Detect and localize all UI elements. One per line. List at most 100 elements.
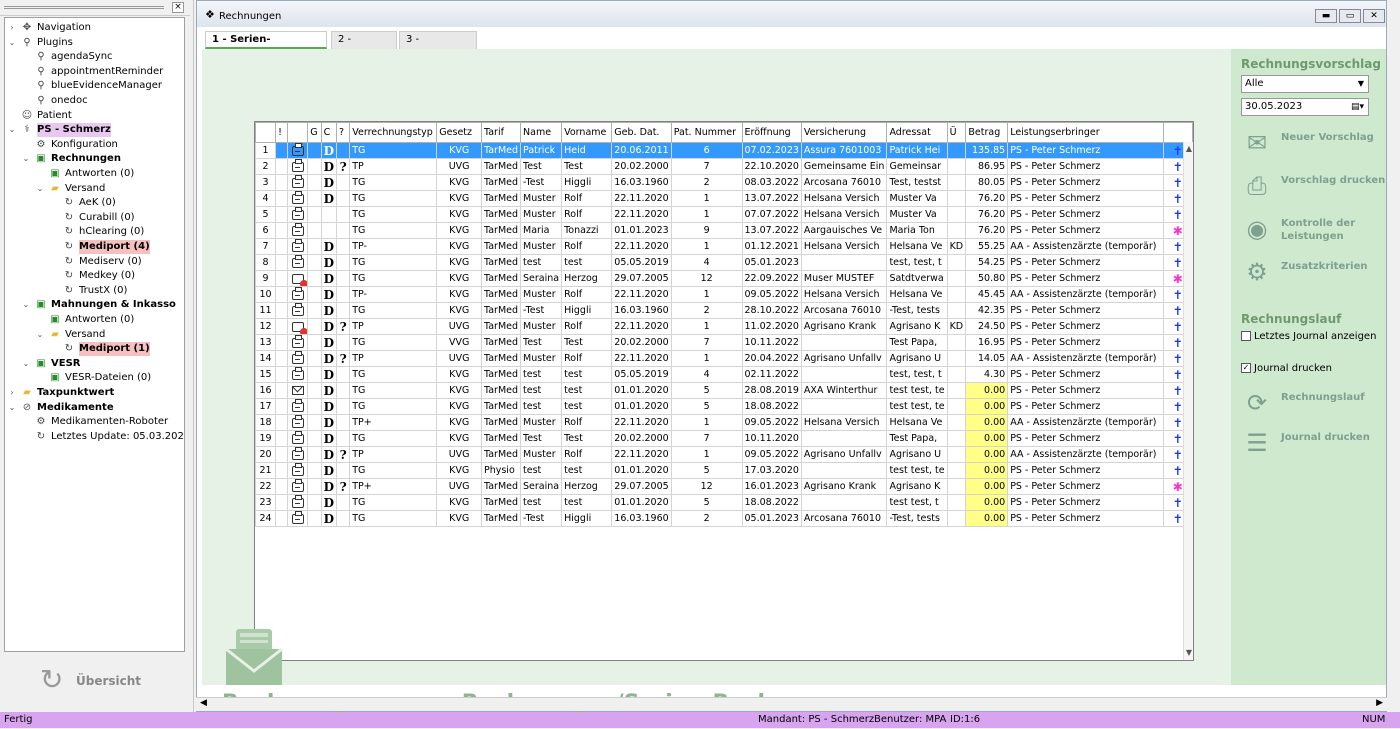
table-row[interactable]: 17 D TG KVG TarMed test test 01.01.2020 5 18.08.2… bbox=[255, 398, 1193, 415]
horizontal-scrollbar[interactable]: ◀ ▶ bbox=[196, 697, 1387, 711]
table-row[interactable]: 16 D TG KVG TarMed test test 01.01.2020 5 28.08.2… bbox=[255, 382, 1193, 399]
journal-print-checkbox[interactable]: ✓ Journal drucken bbox=[1241, 363, 1332, 374]
column-header[interactable]: C bbox=[320, 122, 338, 143]
minimize-button[interactable]: ▬ bbox=[1315, 9, 1337, 23]
column-header[interactable]: Pat. Nummer bbox=[670, 122, 743, 143]
column-header[interactable]: ? bbox=[335, 122, 351, 143]
nav-item-label: Patient bbox=[37, 109, 72, 121]
column-header[interactable]: Adressat bbox=[886, 122, 948, 143]
proposal-action-button[interactable]: ✉ Neuer Vorschlag bbox=[1241, 127, 1391, 161]
cell-tarif: TarMed bbox=[480, 206, 522, 223]
output-cell bbox=[287, 430, 309, 447]
table-row[interactable]: 15 D TG KVG TarMed test test 05.05.2019 4 02.11.2… bbox=[255, 366, 1193, 383]
column-header[interactable]: Geb. Dat. bbox=[611, 122, 672, 143]
run-action-button[interactable]: ☰ Journal drucken bbox=[1241, 427, 1391, 461]
nav-splitter[interactable] bbox=[4, 6, 164, 9]
column-header[interactable] bbox=[1162, 122, 1193, 143]
cell-betrag: 0.00 bbox=[965, 398, 1009, 415]
column-header[interactable]: Vorname bbox=[561, 122, 613, 143]
table-row[interactable]: 8 D TG KVG TarMed test test 05.05.2019 4 05.01.20… bbox=[255, 254, 1193, 271]
table-row[interactable]: 4 D TG KVG TarMed Muster Rolf 22.11.2020 1 13.07.… bbox=[255, 190, 1193, 207]
table-row[interactable]: 19 D TG KVG TarMed Test Test 20.02.2000 7 10.11.2… bbox=[255, 430, 1193, 447]
column-header[interactable]: Leistungserbringer bbox=[1007, 122, 1164, 143]
chevron-down-icon[interactable]: ⌄ bbox=[21, 152, 31, 166]
proposal-action-button[interactable]: ⚙ Zusatzkriterien bbox=[1241, 256, 1391, 290]
action-label: Rechnungslauf bbox=[1281, 392, 1365, 403]
table-row[interactable]: 23 D TG KVG TarMed test test 01.01.2020 5 18.08.2… bbox=[255, 494, 1193, 511]
chevron-right-icon[interactable]: › bbox=[7, 386, 17, 400]
tab-serien-rechnungen[interactable]: 1 - Serien-Rechnungen bbox=[205, 31, 327, 61]
chevron-right-icon[interactable]: › bbox=[7, 21, 17, 35]
chevron-down-icon[interactable]: ⌄ bbox=[7, 123, 17, 137]
invoice-table[interactable]: ! G C? Verrechnungstyp Gesetz Tarif Name Vornam… bbox=[254, 121, 1194, 661]
last-journal-checkbox[interactable]: Letztes Journal anzeigen bbox=[1241, 331, 1376, 342]
tab-suchen[interactable]: 2 - Suchen bbox=[331, 31, 397, 61]
proposal-filter-select[interactable]: Alle ▼ bbox=[1241, 75, 1369, 93]
table-row[interactable]: 13 D TG VVG TarMed Test Test 20.02.2000 7 10.11.2… bbox=[255, 334, 1193, 351]
table-row[interactable]: 11 D TG KVG TarMed -Test Higgli 16.03.1960 2 28.1… bbox=[255, 302, 1193, 319]
cell-le: PS - Peter Schmerz bbox=[1007, 318, 1164, 335]
column-header[interactable]: Verrechnungstyp bbox=[349, 122, 438, 143]
column-header[interactable] bbox=[287, 122, 309, 143]
column-header[interactable]: Tarif bbox=[480, 122, 522, 143]
folder-icon: ▰ bbox=[51, 182, 59, 194]
cell-pat: 4 bbox=[670, 366, 743, 383]
table-row[interactable]: 12 D? TP UVG TarMed Muster Rolf 22.11.2020 1 11.0… bbox=[255, 318, 1193, 335]
chevron-down-icon[interactable]: ⌄ bbox=[7, 401, 17, 415]
cell-le: PS - Peter Schmerz bbox=[1007, 142, 1164, 159]
table-row[interactable]: 3 D TG KVG TarMed -Test Higgli 16.03.1960 2 08.03… bbox=[255, 174, 1193, 191]
column-header[interactable]: Versicherung bbox=[800, 122, 888, 143]
cell-vorname: test bbox=[561, 366, 613, 383]
column-header[interactable] bbox=[255, 122, 277, 143]
table-row[interactable]: 14 D? TP UVG TarMed Muster Rolf 22.11.2020 1 20.0… bbox=[255, 350, 1193, 367]
tab-antworten[interactable]: 3 - Antworten bbox=[399, 31, 477, 61]
table-row[interactable]: 18 D TP+ KVG TarMed Muster Rolf 22.11.2020 1 09.0… bbox=[255, 414, 1193, 431]
proposal-action-button[interactable]: ⎙ Vorschlag drucken bbox=[1241, 170, 1391, 204]
cell-typ: TG bbox=[349, 254, 438, 271]
table-row[interactable]: 7 D TP- KVG TarMed Muster Rolf 22.11.2020 1 01.12… bbox=[255, 238, 1193, 255]
proposal-action-button[interactable]: ◉ Kontrolle der Leistungen bbox=[1241, 213, 1391, 247]
table-vertical-scrollbar[interactable]: ▲ ▼ bbox=[1183, 142, 1193, 660]
scroll-down-icon[interactable]: ▼ bbox=[1184, 648, 1193, 658]
chevron-down-icon[interactable]: ⌄ bbox=[35, 182, 45, 196]
table-row[interactable]: 1 D TG KVG TarMed Patrick Heid 20.06.2011 6 07.02… bbox=[255, 142, 1193, 159]
table-row[interactable]: 10 D TP- KVG TarMed Muster Rolf 22.11.2020 1 09.0… bbox=[255, 286, 1193, 303]
close-window-button[interactable]: ✕ bbox=[1363, 9, 1385, 23]
chevron-down-icon[interactable]: ⌄ bbox=[7, 36, 17, 50]
scroll-right-icon[interactable]: ▶ bbox=[1376, 698, 1383, 708]
column-header[interactable]: Betrag bbox=[965, 122, 1009, 143]
table-row[interactable]: 9 D TG KVG TarMed Seraina Herzog 29.07.2005 12 22… bbox=[255, 270, 1193, 287]
table-row[interactable]: 22 D? TP+ UVG TarMed Seraina Herzog 29.07.2005 1… bbox=[255, 478, 1193, 495]
output-cell bbox=[287, 382, 309, 399]
row-number: 15 bbox=[255, 366, 277, 383]
outer-scroll-track[interactable] bbox=[1388, 0, 1400, 712]
cell-name: Test bbox=[520, 334, 563, 351]
invoice-icon: ▣ bbox=[50, 314, 60, 325]
column-header[interactable]: G bbox=[307, 122, 322, 143]
table-row[interactable]: 20 D? TP UVG TarMed Muster Rolf 22.11.2020 1 09.0… bbox=[255, 446, 1193, 463]
column-header[interactable]: Ü bbox=[946, 122, 967, 143]
table-row[interactable]: 2 D? TP UVG TarMed Test Test 20.02.2000 7 22.10.2… bbox=[255, 158, 1193, 175]
column-header[interactable]: Name bbox=[520, 122, 563, 143]
g-cell bbox=[307, 382, 322, 399]
table-row[interactable]: 21 D TG KVG Physio test test 01.01.2020 5 17.03.2… bbox=[255, 462, 1193, 479]
column-header[interactable]: ! bbox=[275, 122, 289, 143]
cell-u bbox=[946, 446, 967, 463]
proposal-date-picker[interactable]: 30.05.2023 ▤▾ bbox=[1241, 98, 1369, 116]
overview-button[interactable]: ↻ Übersicht bbox=[40, 664, 180, 700]
close-icon[interactable]: × bbox=[172, 2, 184, 13]
column-header[interactable]: Eröffnung bbox=[741, 122, 802, 143]
table-row[interactable]: 24 D TG KVG TarMed -Test Higgli 16.03.1960 2 05.0… bbox=[255, 510, 1193, 527]
c-cell: D bbox=[320, 366, 338, 383]
column-header[interactable]: Gesetz bbox=[436, 122, 482, 143]
chevron-down-icon[interactable]: ⌄ bbox=[35, 328, 45, 342]
table-row[interactable]: 5 TG KVG TarMed Muster Rolf 22.11.2020 1 07.07.2… bbox=[255, 206, 1193, 223]
scroll-left-icon[interactable]: ◀ bbox=[200, 698, 207, 708]
scroll-up-icon[interactable]: ▲ bbox=[1184, 144, 1193, 154]
chevron-down-icon[interactable]: ⌄ bbox=[21, 298, 31, 312]
table-row[interactable]: 6 TG KVG TarMed Maria Tonazzi 01.01.2023 9 13.07… bbox=[255, 222, 1193, 239]
chevron-down-icon[interactable]: ⌄ bbox=[21, 357, 31, 371]
maximize-button[interactable]: ▭ bbox=[1339, 9, 1361, 23]
run-action-button[interactable]: ⟳ Rechnungslauf bbox=[1241, 387, 1391, 421]
c-cell: D bbox=[320, 270, 338, 287]
